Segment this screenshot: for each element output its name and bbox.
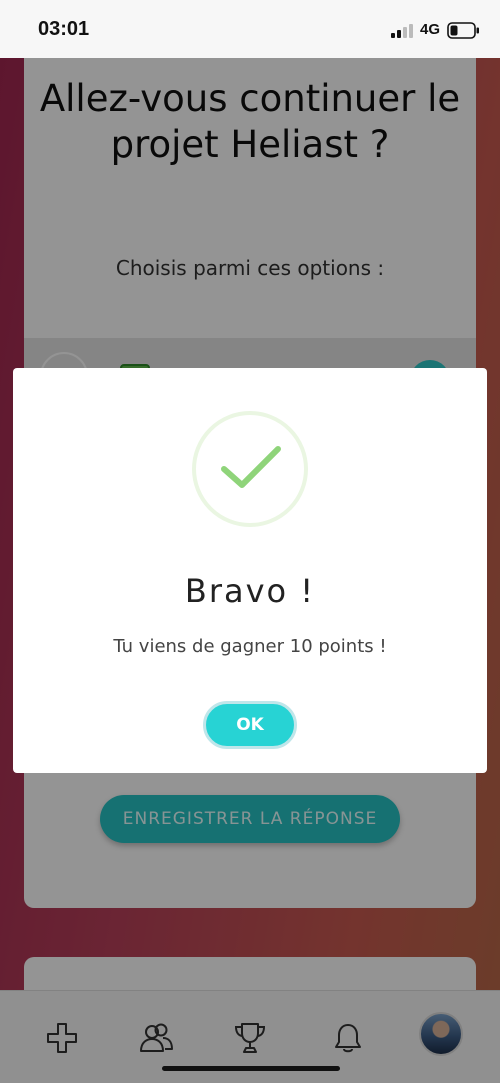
ok-button[interactable]: OK — [203, 701, 297, 749]
check-icon — [221, 446, 281, 488]
signal-icon — [391, 24, 413, 38]
status-bar: 03:01 4G — [0, 0, 500, 58]
battery-icon — [447, 22, 479, 39]
network-label: 4G — [420, 21, 441, 38]
success-modal: Bravo ! Tu viens de gagner 10 points ! O… — [13, 368, 487, 773]
home-indicator[interactable] — [162, 1066, 340, 1071]
status-time: 03:01 — [38, 18, 90, 40]
app-screen: 03:01 4G Allez-vous continuer le projet … — [0, 0, 500, 1083]
modal-title: Bravo ! — [184, 572, 316, 610]
modal-message: Tu viens de gagner 10 points ! — [113, 636, 387, 657]
success-ring — [192, 411, 308, 527]
